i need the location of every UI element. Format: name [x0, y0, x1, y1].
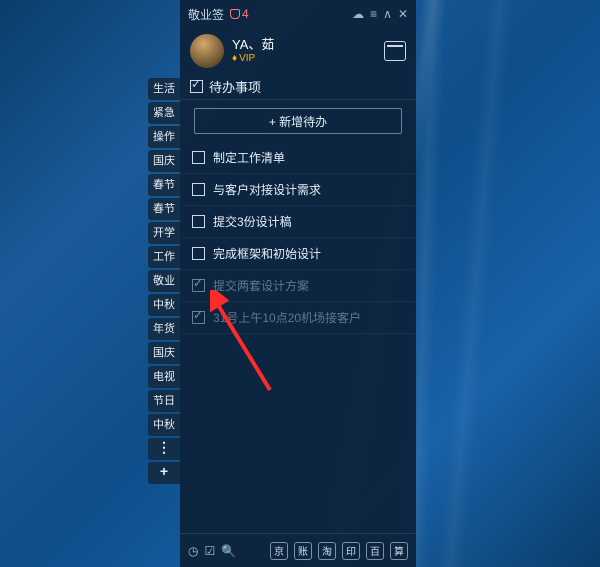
add-todo-button[interactable]: + 新增待办 — [194, 108, 402, 134]
avatar[interactable] — [190, 34, 224, 68]
todo-item[interactable]: 制定工作清单 — [182, 142, 414, 174]
todo-label: 与客户对接设计需求 — [213, 181, 321, 198]
todo-item[interactable]: 提交3份设计稿 — [182, 206, 414, 238]
todo-label: 31号上午10点20机场接客户 — [213, 309, 361, 326]
todo-checkbox[interactable] — [192, 279, 205, 292]
category-tag[interactable]: 敬业 — [148, 270, 180, 292]
category-tag[interactable]: 节日 — [148, 390, 180, 412]
section-header: 待办事项 — [180, 74, 416, 100]
notification-badge[interactable]: 4 — [230, 7, 249, 21]
tag-add[interactable]: + — [148, 462, 180, 484]
category-tag[interactable]: 中秋 — [148, 414, 180, 436]
vip-badge: VIP — [232, 53, 274, 65]
clock-icon[interactable]: ◷ — [188, 544, 198, 558]
add-todo-row: + 新增待办 — [180, 100, 416, 142]
app-window: 敬业签 4 ☁ ≡ ∧ ✕ YA、茹 VIP 待办事项 + 新增待办 制定工作清… — [180, 0, 416, 567]
todo-label: 完成框架和初始设计 — [213, 245, 321, 262]
category-tag[interactable]: 国庆 — [148, 150, 180, 172]
category-tag[interactable]: 生活 — [148, 78, 180, 100]
profile-text: YA、茹 VIP — [232, 37, 274, 65]
todo-checkbox[interactable] — [192, 215, 205, 228]
category-tag[interactable]: 电视 — [148, 366, 180, 388]
category-tag[interactable]: 中秋 — [148, 294, 180, 316]
todo-checkbox[interactable] — [192, 247, 205, 260]
cloud-icon[interactable]: ☁ — [352, 7, 364, 21]
shortcut-print[interactable]: 印 — [342, 542, 360, 560]
shortcut-calc[interactable]: 算 — [390, 542, 408, 560]
title-bar: 敬业签 4 ☁ ≡ ∧ ✕ — [180, 0, 416, 28]
todo-item[interactable]: 提交两套设计方案 — [182, 270, 414, 302]
todo-label: 提交两套设计方案 — [213, 277, 309, 294]
checkbox-icon[interactable]: ☑ — [204, 544, 215, 558]
category-tag[interactable]: 国庆 — [148, 342, 180, 364]
menu-icon[interactable]: ≡ — [370, 7, 377, 21]
category-tag[interactable]: 紧急 — [148, 102, 180, 124]
todo-list: 制定工作清单与客户对接设计需求提交3份设计稿完成框架和初始设计提交两套设计方案 3… — [180, 142, 416, 533]
app-title: 敬业签 — [188, 6, 224, 23]
search-icon[interactable]: 🔍 — [221, 544, 236, 558]
bottom-toolbar: ◷ ☑ 🔍 京 账 淘 印 百 算 — [180, 533, 416, 567]
category-tag[interactable]: 操作 — [148, 126, 180, 148]
todo-item[interactable]: 31号上午10点20机场接客户 — [182, 302, 414, 334]
category-tag-strip: 生活紧急操作国庆春节春节开学工作敬业中秋年货国庆电视节日中秋⋮+ — [148, 78, 180, 484]
section-title: 待办事项 — [209, 77, 261, 96]
tag-more[interactable]: ⋮ — [148, 438, 180, 460]
username: YA、茹 — [232, 37, 274, 53]
caret-icon[interactable]: ∧ — [383, 7, 392, 21]
todo-label: 制定工作清单 — [213, 149, 285, 166]
shortcut-baidu[interactable]: 百 — [366, 542, 384, 560]
todo-checkbox[interactable] — [192, 311, 205, 324]
category-tag[interactable]: 工作 — [148, 246, 180, 268]
close-icon[interactable]: ✕ — [398, 7, 408, 21]
todo-item[interactable]: 完成框架和初始设计 — [182, 238, 414, 270]
calendar-icon[interactable] — [384, 41, 406, 61]
todo-label: 提交3份设计稿 — [213, 213, 292, 230]
profile-row: YA、茹 VIP — [180, 28, 416, 74]
notification-count: 4 — [242, 7, 249, 21]
todo-item[interactable]: 与客户对接设计需求 — [182, 174, 414, 206]
todo-checkbox[interactable] — [192, 183, 205, 196]
category-tag[interactable]: 开学 — [148, 222, 180, 244]
category-tag[interactable]: 春节 — [148, 174, 180, 196]
bell-icon — [230, 9, 240, 19]
todo-section-icon — [190, 80, 203, 93]
category-tag[interactable]: 年货 — [148, 318, 180, 340]
todo-checkbox[interactable] — [192, 151, 205, 164]
category-tag[interactable]: 春节 — [148, 198, 180, 220]
shortcut-taobao[interactable]: 淘 — [318, 542, 336, 560]
shortcut-jd[interactable]: 京 — [270, 542, 288, 560]
shortcut-account[interactable]: 账 — [294, 542, 312, 560]
